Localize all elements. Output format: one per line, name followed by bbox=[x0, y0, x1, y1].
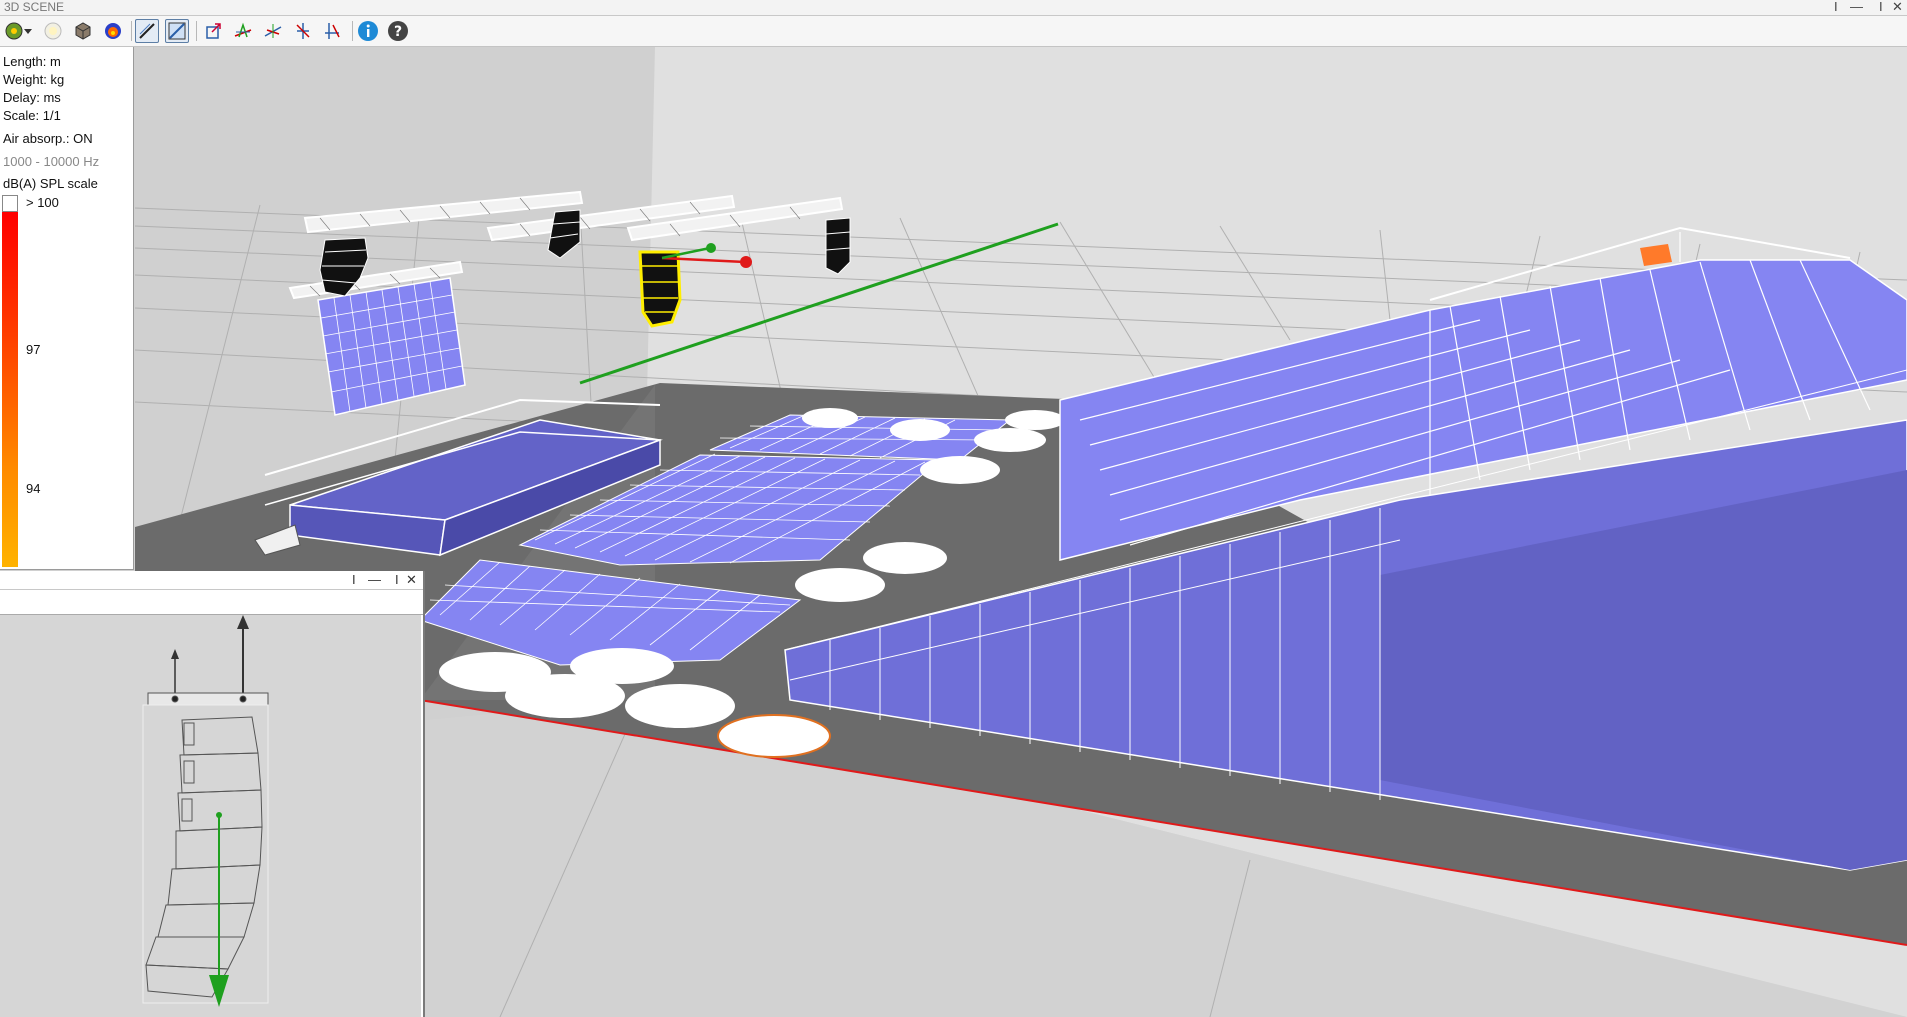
spl-scale-title: dB(A) SPL scale bbox=[3, 176, 98, 191]
close-button[interactable]: ✕ bbox=[1892, 0, 1903, 14]
frequency-range: 1000 - 10000 Hz bbox=[3, 154, 100, 169]
array-side-view[interactable] bbox=[0, 615, 421, 1017]
delay-unit: Delay: ms bbox=[3, 90, 61, 105]
light-icon[interactable] bbox=[41, 19, 65, 43]
spl-tick-100: > 100 bbox=[26, 195, 59, 210]
window-title: 3D SCENE bbox=[4, 0, 65, 14]
weight-unit: Weight: kg bbox=[3, 72, 65, 87]
subwin-minimize-button[interactable]: — bbox=[368, 571, 381, 589]
restore-button[interactable]: I bbox=[1879, 0, 1883, 14]
export-icon[interactable] bbox=[201, 19, 225, 43]
toolbar-separator bbox=[352, 21, 353, 41]
spl-scale-top-swatch bbox=[2, 195, 18, 212]
scale-value: Scale: 1/1 bbox=[3, 108, 61, 123]
minimize-button[interactable]: — bbox=[1850, 0, 1863, 14]
window-titlebar: 3D SCENE I — I ✕ bbox=[0, 0, 1907, 16]
subwindow-toolbar bbox=[0, 590, 423, 615]
subwin-restore-button[interactable]: I bbox=[395, 571, 399, 589]
speaker-cabinet-profile bbox=[142, 692, 269, 1004]
axis-y-icon[interactable] bbox=[261, 19, 285, 43]
view-plane-icon[interactable] bbox=[165, 19, 189, 43]
rigging-arrows bbox=[171, 615, 249, 695]
spl-tick-97: 97 bbox=[26, 342, 41, 357]
spl-color-scale bbox=[2, 212, 18, 567]
help-icon[interactable]: ? bbox=[386, 19, 410, 43]
subwin-close-button[interactable]: ✕ bbox=[406, 571, 417, 589]
speaker-array-selected[interactable] bbox=[638, 250, 682, 328]
view-line-icon[interactable] bbox=[135, 19, 159, 43]
pin-button[interactable]: I bbox=[1834, 0, 1838, 14]
svg-text:?: ? bbox=[394, 24, 402, 40]
dropdown-arrow-icon[interactable] bbox=[22, 19, 34, 43]
toolbar-separator bbox=[131, 21, 132, 41]
box-icon[interactable] bbox=[71, 19, 95, 43]
speaker-array-right[interactable] bbox=[825, 217, 851, 275]
toolbar: ? bbox=[0, 16, 1907, 47]
spl-tick-94: 94 bbox=[26, 481, 41, 496]
axis-x-icon[interactable] bbox=[231, 19, 255, 43]
info-icon[interactable] bbox=[356, 19, 380, 43]
array-side-view-window: I — I ✕ bbox=[0, 571, 425, 1017]
subwindow-header: I — I ✕ bbox=[0, 571, 423, 590]
legend-panel: Length: m Weight: kg Delay: ms Scale: 1/… bbox=[0, 47, 134, 570]
air-absorption: Air absorp.: ON bbox=[3, 131, 93, 146]
pick-icon[interactable] bbox=[291, 19, 315, 43]
length-unit: Length: m bbox=[3, 54, 61, 69]
subwin-pin-button[interactable]: I bbox=[352, 571, 356, 589]
center-of-gravity-arrow bbox=[209, 812, 229, 1007]
spl-map-icon[interactable] bbox=[101, 19, 125, 43]
pick-arrow-icon[interactable] bbox=[321, 19, 345, 43]
toolbar-separator bbox=[196, 21, 197, 41]
